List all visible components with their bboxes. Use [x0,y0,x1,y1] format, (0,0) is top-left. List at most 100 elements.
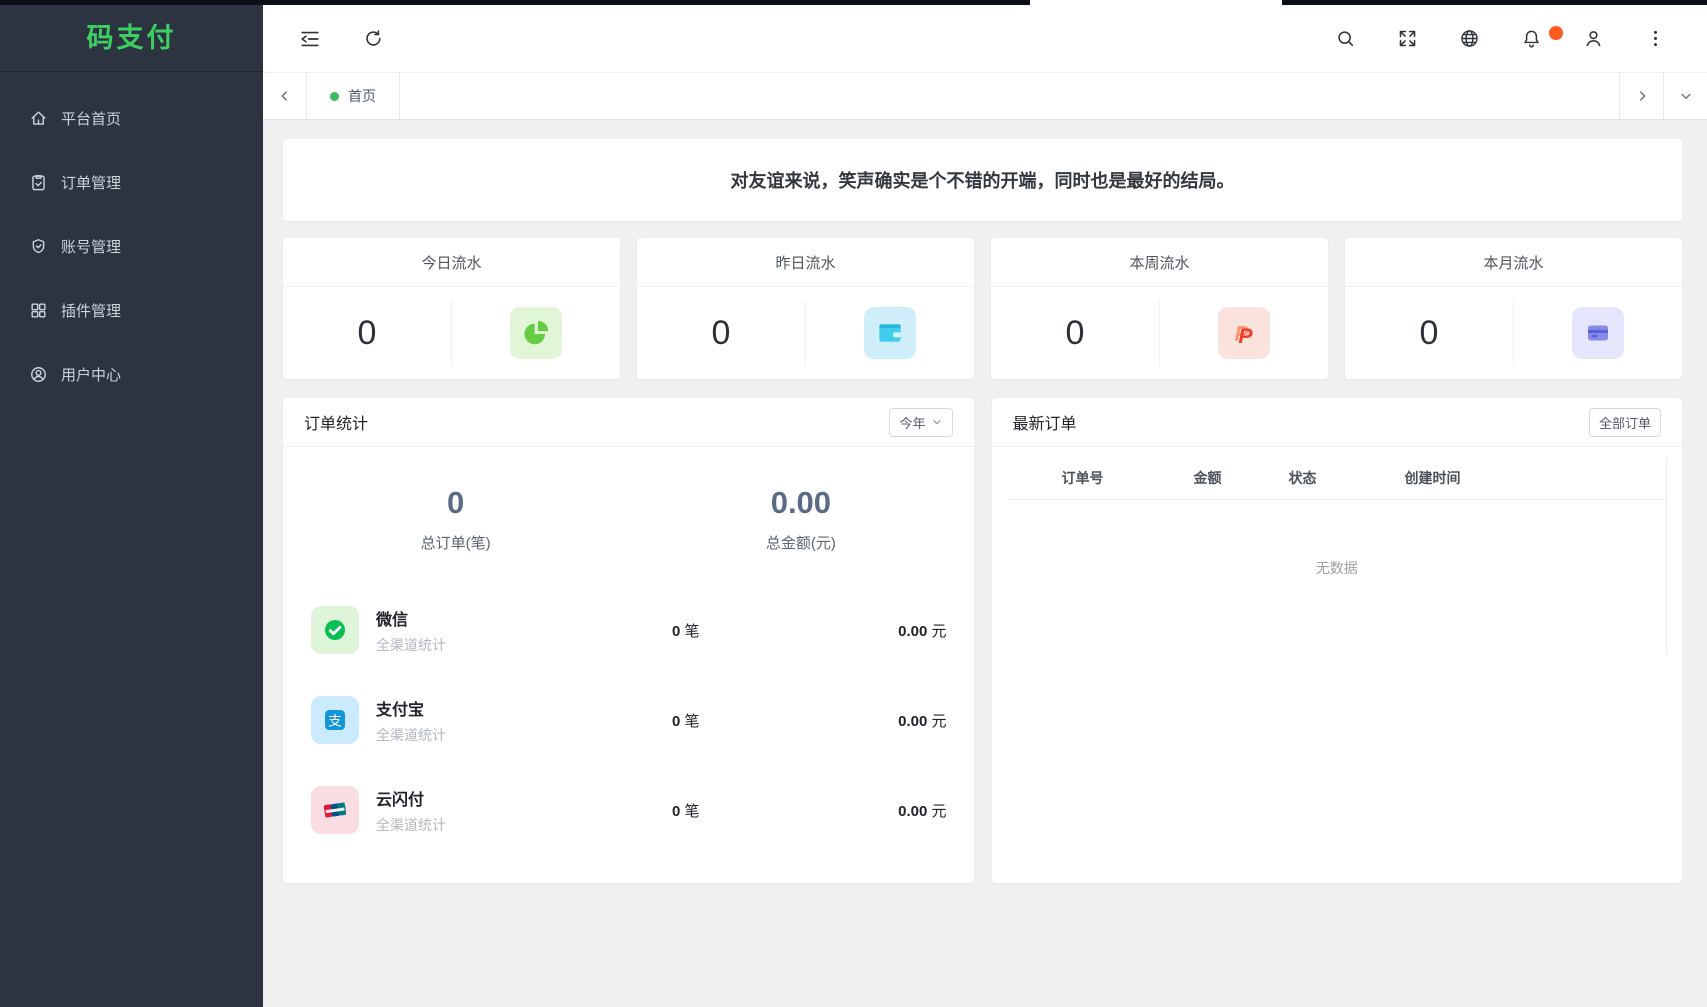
stat-card-value: 0 [1345,314,1513,353]
pay-channel-subtitle: 全渠道统计 [376,635,672,655]
tabbar: 首页 [263,72,1707,120]
stat-card-this-month: 本月流水 0 [1345,238,1682,379]
latest-orders-title: 最新订单 [1013,410,1077,434]
unionpay-icon [311,786,359,834]
column-header-created-at: 创建时间 [1348,468,1518,488]
sidebar-item-order-management[interactable]: 订单管理 [0,150,263,214]
content: 对友谊来说，笑声确实是个不错的开端，同时也是最好的结局。 今日流水 0 [263,120,1707,1007]
more-icon[interactable] [1645,28,1666,49]
pay-channel-row-wechat[interactable]: 微信 全渠道统计 0 笔 0.00 元 [311,585,947,675]
bell-icon[interactable] [1521,28,1542,49]
total-amount-label: 总金额(元) [628,532,973,553]
sidebar-item-label: 用户中心 [61,364,121,385]
notification-dot [1549,26,1563,40]
year-range-dropdown[interactable]: 今年 [889,408,952,437]
tabs-scroll-right-icon[interactable] [1619,73,1663,119]
stat-card-value: 0 [637,314,805,353]
stat-card-this-week: 本周流水 0 PP [991,238,1328,379]
order-stats-title: 订单统计 [304,410,368,434]
total-orders-value: 0 [283,485,628,521]
pay-channel-row-alipay[interactable]: 支 支付宝 全渠道统计 0 笔 0.00 [311,675,947,765]
total-amount: 0.00 总金额(元) [628,485,973,553]
sidebar-item-platform-home[interactable]: 平台首页 [0,86,263,150]
pie-chart-icon [510,307,562,359]
tabs-scroll-left-icon[interactable] [263,73,307,119]
sidebar-item-label: 账号管理 [61,236,121,257]
search-icon[interactable] [1335,28,1356,49]
pay-channel-count: 0 笔 [672,710,733,731]
quote-banner: 对友谊来说，笑声确实是个不错的开端，同时也是最好的结局。 [283,139,1682,221]
pay-channel-amount: 0.00 元 [733,800,947,821]
alipay-icon: 支 [311,696,359,744]
pay-channel-count: 0 笔 [672,620,733,641]
paypal-icon: PP [1218,307,1270,359]
total-orders-label: 总订单(笔) [283,532,628,553]
main-area: 首页 对友谊来说，笑声确实是个不错的开端，同时也是最好的结局。 今日流水 0 [263,0,1707,1007]
pay-channel-subtitle: 全渠道统计 [376,725,672,745]
stat-card-title: 本月流水 [1345,238,1682,287]
total-orders: 0 总订单(笔) [283,485,628,553]
fullscreen-icon[interactable] [1397,28,1418,49]
tab-home[interactable]: 首页 [307,73,400,119]
stat-card-title: 今日流水 [283,238,620,287]
window-top-edge [0,0,1707,5]
column-header-order-no: 订单号 [1008,468,1158,488]
all-orders-button[interactable]: 全部订单 [1589,408,1661,437]
globe-icon[interactable] [1459,28,1480,49]
wechat-pay-icon [311,606,359,654]
credit-card-icon [1572,307,1624,359]
pay-channel-amount: 0.00 元 [733,620,947,641]
sidebar-nav: 平台首页 订单管理 账号管理 插件管理 [0,72,263,406]
chevron-down-icon [931,416,943,428]
topbar-left [299,28,384,50]
svg-text:P: P [1238,324,1253,348]
stat-cards-row: 今日流水 0 昨日流水 0 [283,238,1682,379]
user-icon[interactable] [1583,28,1604,49]
pay-channel-name: 云闪付 [376,786,672,810]
account-icon [29,237,48,256]
stat-card-title: 本周流水 [991,238,1328,287]
order-stats-panel: 订单统计 今年 0 总订单(笔) 0.00 总金额(元 [283,398,974,883]
stat-card-body: 0 [1345,287,1682,379]
stat-card-title: 昨日流水 [637,238,974,287]
pay-channel-subtitle: 全渠道统计 [376,815,672,835]
stat-card-value: 0 [991,314,1159,353]
fold-sidebar-icon[interactable] [299,28,321,50]
tab-label: 首页 [348,86,376,106]
svg-text:支: 支 [328,713,342,728]
latest-orders-panel: 最新订单 全部订单 订单号 金额 状态 创建时间 无数据 [992,398,1683,883]
stat-card-value: 0 [283,314,451,353]
sidebar-item-user-center[interactable]: 用户中心 [0,342,263,406]
user-center-icon [29,365,48,384]
pay-channel-row-unionpay[interactable]: 云闪付 全渠道统计 0 笔 0.00 元 [311,765,947,855]
sidebar-item-plugin-management[interactable]: 插件管理 [0,278,263,342]
table-scrollbar-track[interactable] [1666,458,1667,654]
pay-channel-count: 0 笔 [672,800,733,821]
sidebar: 码支付 平台首页 订单管理 账号管理 [0,0,263,1007]
stat-card-body: 0 PP [991,287,1328,379]
active-tab-dot [330,92,339,101]
column-header-status: 状态 [1258,468,1348,488]
tabs-menu-chevron-down-icon[interactable] [1663,73,1707,119]
sidebar-item-account-management[interactable]: 账号管理 [0,214,263,278]
column-header-amount: 金额 [1158,468,1258,488]
pay-channel-amount: 0.00 元 [733,710,947,731]
panels-row: 订单统计 今年 0 总订单(笔) 0.00 总金额(元 [283,398,1682,883]
stat-card-body: 0 [283,287,620,379]
plugin-icon [29,301,48,320]
topbar [263,5,1707,72]
wallet-icon [864,307,916,359]
refresh-icon[interactable] [363,28,384,49]
pay-channel-name: 微信 [376,606,672,630]
sidebar-item-label: 平台首页 [61,108,121,129]
app-root: 码支付 平台首页 订单管理 账号管理 [0,0,1707,1007]
window-top-edge-gap [1030,0,1282,5]
stat-card-today: 今日流水 0 [283,238,620,379]
home-icon [29,109,48,128]
stat-card-yesterday: 昨日流水 0 [637,238,974,379]
stat-card-body: 0 [637,287,974,379]
orders-table-header: 订单号 金额 状态 创建时间 [1008,457,1667,500]
app-logo: 码支付 [0,0,263,72]
order-icon [29,173,48,192]
orders-table: 订单号 金额 状态 创建时间 无数据 [992,447,1683,578]
